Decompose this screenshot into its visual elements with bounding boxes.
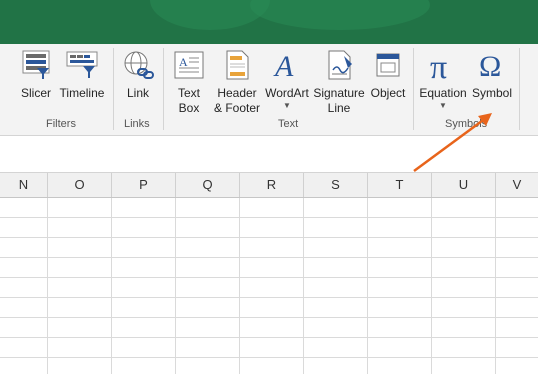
annotation-arrow	[413, 113, 492, 173]
